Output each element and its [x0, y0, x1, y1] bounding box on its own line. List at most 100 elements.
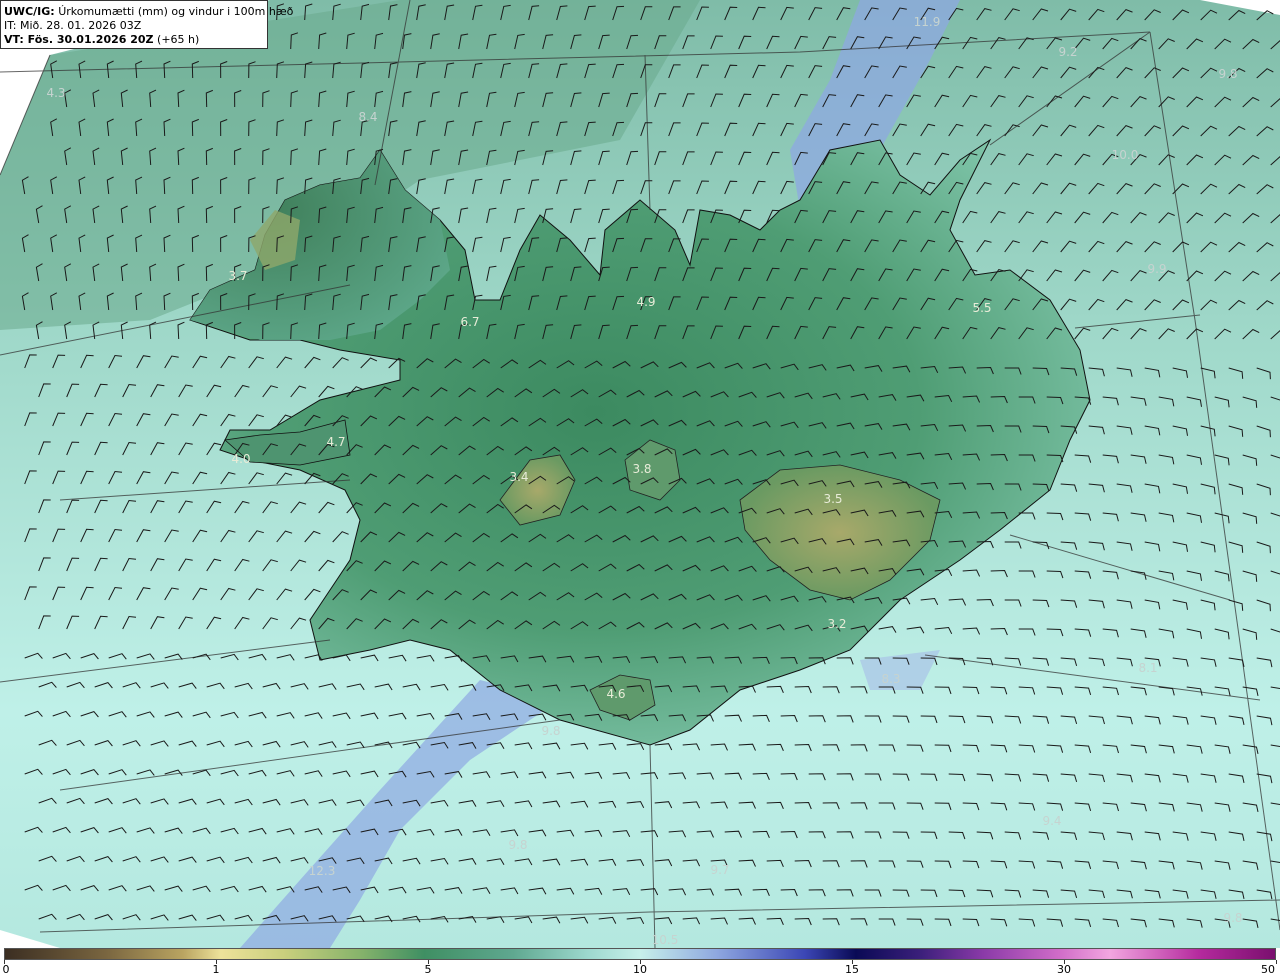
wind-barb — [640, 714, 659, 722]
wind-barb — [836, 181, 851, 195]
wind-barb — [290, 741, 309, 748]
wind-barb — [1256, 242, 1274, 253]
wind-barb — [738, 267, 752, 282]
wind-barb — [976, 773, 994, 782]
wind-barb — [892, 297, 907, 311]
wind-barb — [1172, 715, 1189, 725]
wind-barb — [220, 413, 236, 427]
wind-barb — [1088, 425, 1105, 435]
wind-barb — [542, 446, 561, 456]
wind-barb — [780, 537, 799, 545]
wind-barb — [472, 713, 491, 721]
wind-barb — [150, 856, 169, 863]
wind-barb — [1172, 657, 1189, 667]
wind-barb — [318, 501, 335, 514]
wind-barb — [640, 888, 659, 896]
weather-map[interactable]: 11.9 9.2 9.8 4.3 8.4 10.0 3.7 9.9 6.7 4.9 5.5 4.7 4.… — [0, 0, 1280, 948]
colorbar-tick-label: 1 — [212, 963, 220, 976]
wind-barb — [444, 178, 455, 195]
wind-barb — [192, 827, 211, 835]
wind-barb — [1158, 396, 1175, 407]
wind-barb — [738, 507, 757, 514]
wind-barb — [514, 800, 533, 808]
wind-barb — [80, 470, 94, 485]
wind-barb — [710, 93, 723, 108]
wind-barb — [164, 587, 179, 601]
wind-barb — [106, 118, 114, 137]
wind-barb — [360, 357, 378, 369]
wind-barb — [1004, 541, 1022, 549]
wind-barb — [808, 422, 827, 429]
wind-barb — [1158, 454, 1175, 465]
wind-barb — [430, 683, 449, 691]
map-title: Úrkomumætti (mm) og vindur i 100m hæð — [58, 5, 294, 18]
wind-barb — [318, 559, 335, 572]
wind-barb — [584, 360, 603, 369]
wind-barb — [878, 918, 896, 926]
wind-barb — [486, 916, 505, 924]
wind-barb — [892, 365, 911, 373]
wind-barb — [1144, 183, 1161, 195]
wind-barb — [766, 859, 784, 868]
wind-barb — [1214, 454, 1230, 466]
wind-barb — [290, 443, 307, 456]
wind-barb — [1060, 831, 1078, 841]
wind-barb — [234, 206, 242, 224]
wind-barb — [794, 685, 812, 694]
wind-barb — [24, 354, 37, 369]
wind-barb — [766, 267, 780, 282]
wind-barb — [948, 657, 966, 666]
wind-barb — [542, 504, 561, 514]
wind-barb — [878, 94, 893, 108]
wind-barb — [416, 532, 434, 543]
wind-barb — [318, 206, 327, 224]
wind-barb — [472, 474, 490, 485]
wind-barb — [360, 61, 370, 79]
wind-barb — [402, 207, 412, 224]
wind-barb — [780, 64, 794, 79]
wind-barb — [108, 354, 123, 369]
wind-barb — [1088, 8, 1105, 21]
wind-barb — [1242, 96, 1260, 108]
wind-barb — [150, 384, 165, 398]
wind-barb — [24, 826, 43, 833]
wind-barb — [1270, 802, 1280, 805]
wind-barb — [738, 93, 752, 108]
wind-barb — [990, 153, 1006, 166]
wind-barb — [780, 888, 798, 897]
wind-barb — [1256, 657, 1273, 668]
wind-barb — [864, 481, 883, 488]
wind-barb — [640, 830, 659, 838]
wind-barb — [892, 831, 910, 839]
wind-barb — [458, 387, 476, 398]
wind-barb — [962, 36, 978, 50]
wind-barb — [598, 621, 617, 630]
value-label: 9.8 — [1218, 67, 1238, 81]
wind-barb — [1242, 328, 1260, 340]
wind-barb — [850, 509, 869, 517]
wind-barb — [724, 420, 743, 427]
wind-barb — [892, 423, 911, 431]
wind-barb — [402, 502, 420, 514]
wind-barb — [514, 684, 533, 692]
wind-barb — [262, 322, 270, 340]
wind-barb — [934, 326, 950, 340]
wind-barb — [990, 802, 1008, 811]
wind-barb — [892, 773, 910, 781]
wind-barb — [1004, 298, 1020, 311]
wind-barb — [332, 770, 351, 778]
wind-barb — [1228, 425, 1244, 437]
wind-barb — [794, 508, 813, 516]
wind-barb — [920, 657, 938, 666]
wind-barb — [808, 364, 827, 371]
wind-barb — [948, 181, 964, 195]
wind-barb — [304, 177, 313, 195]
wind-barb — [794, 743, 812, 752]
wind-barb — [35, 205, 43, 224]
wind-barb — [612, 237, 625, 253]
wind-barb — [962, 326, 978, 340]
wind-barb — [794, 859, 812, 868]
wind-barb — [164, 471, 179, 485]
wind-barb — [1116, 183, 1133, 195]
wind-barb — [304, 119, 313, 137]
